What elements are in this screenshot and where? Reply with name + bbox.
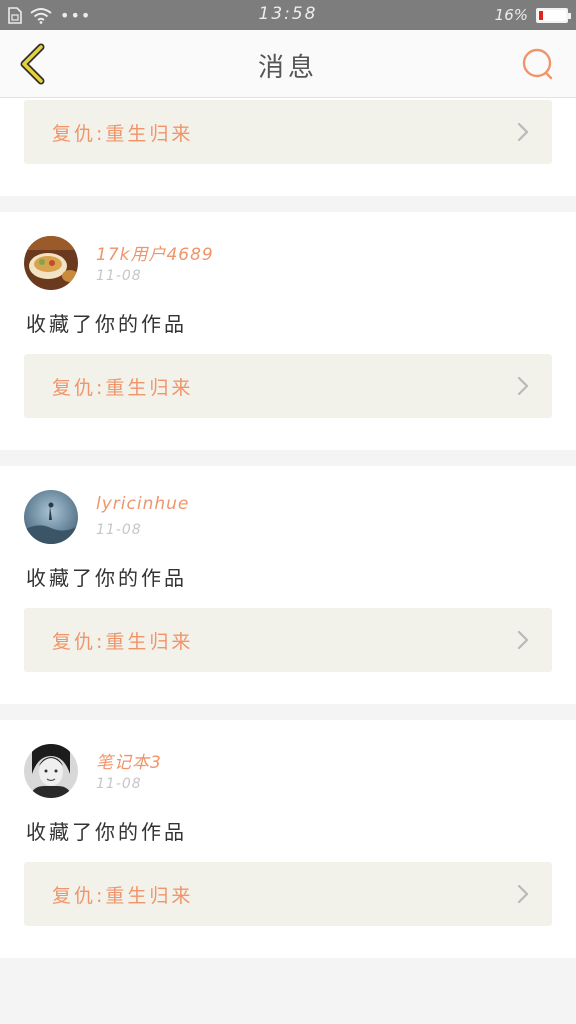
avatar[interactable] (24, 744, 78, 798)
avatar[interactable] (24, 490, 78, 544)
battery-icon (536, 7, 571, 23)
page-title: 消息 (257, 53, 318, 83)
notification-action: 收藏了你的作品 (26, 566, 187, 590)
chevron-right-icon (517, 630, 529, 650)
status-bar: ••• 13:58 16% (0, 0, 576, 30)
search-icon (522, 48, 553, 80)
notification-date: 11-08 (96, 522, 142, 538)
work-title: 复仇:重生归来 (52, 123, 194, 145)
work-link[interactable]: 复仇:重生归来 (24, 608, 552, 672)
chevron-right-icon (517, 884, 529, 904)
status-icons-right: 16% (494, 5, 571, 25)
notification-action: 收藏了你的作品 (26, 312, 187, 336)
battery-level (539, 10, 544, 20)
notification-card: 11-08 收藏了你的作品 复仇:重生归来 (0, 98, 576, 196)
user-name[interactable]: 17k用户4689 (96, 240, 214, 265)
notification-card: 笔记本3 11-08 收藏了你的作品 复仇:重生归来 (0, 720, 576, 958)
chevron-right-icon (517, 122, 529, 142)
user-name[interactable]: 笔记本3 (96, 748, 162, 773)
notification-card: lyricinhue 11-08 收藏了你的作品 复仇:重生归来 (0, 466, 576, 704)
avatar[interactable] (24, 236, 78, 290)
work-link[interactable]: 复仇:重生归来 (24, 862, 552, 926)
notification-date: 11-08 (96, 776, 142, 792)
notification-action: 收藏了你的作品 (26, 820, 187, 844)
work-link[interactable]: 复仇:重生归来 (24, 100, 552, 164)
notification-card: 17k用户4689 11-08 收藏了你的作品 复仇:重生归来 (0, 212, 576, 450)
notification-date: 11-08 (96, 268, 142, 284)
status-time: 13:58 (258, 4, 318, 24)
chevron-right-icon (517, 376, 529, 396)
work-link[interactable]: 复仇:重生归来 (24, 354, 552, 418)
notification-list[interactable]: 11-08 收藏了你的作品 复仇:重生归来 17k用户4689 11-08 收藏… (0, 98, 576, 1024)
battery-percent: 16% (494, 6, 528, 24)
work-title: 复仇:重生归来 (52, 377, 194, 399)
work-title: 复仇:重生归来 (52, 631, 194, 653)
search-button[interactable] (518, 44, 558, 84)
work-title: 复仇:重生归来 (52, 885, 194, 907)
user-name[interactable]: lyricinhue (96, 494, 189, 514)
nav-bar: 消息 (0, 30, 576, 98)
